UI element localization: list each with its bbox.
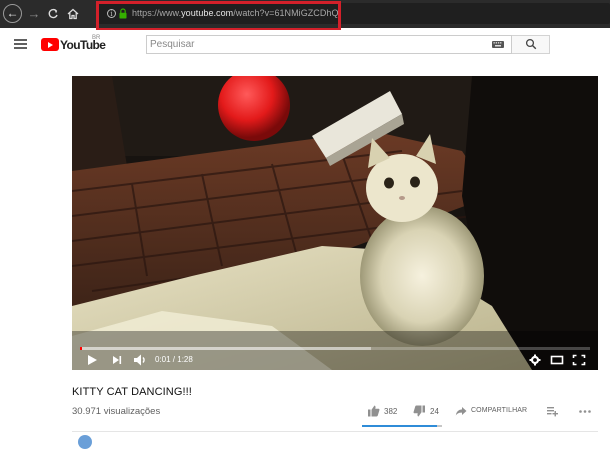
reload-icon[interactable] [43, 4, 63, 24]
keyboard-icon[interactable] [492, 41, 504, 48]
settings-icon[interactable] [528, 352, 542, 368]
play-icon[interactable] [86, 352, 98, 368]
channel-avatar[interactable] [78, 435, 92, 449]
video-title: KITTY CAT DANCING!!! [72, 386, 192, 398]
progress-buffered [80, 347, 371, 350]
menu-icon[interactable] [14, 39, 27, 50]
forward-icon[interactable]: → [24, 4, 44, 24]
like-icon[interactable] [367, 404, 380, 418]
url-highlight-box [96, 1, 341, 31]
share-label[interactable]: COMPARTILHAR [471, 407, 527, 414]
section-divider [72, 431, 598, 432]
video-player[interactable] [72, 76, 598, 370]
youtube-logo-icon[interactable] [41, 38, 59, 51]
search-input[interactable]: Pesquisar [150, 39, 194, 50]
share-icon[interactable] [455, 404, 467, 418]
search-icon[interactable] [525, 38, 537, 50]
more-actions-icon[interactable] [578, 404, 592, 418]
progress-bar[interactable] [80, 347, 590, 350]
home-icon[interactable] [63, 4, 83, 24]
like-ratio-fill [362, 425, 438, 427]
view-count: 30.971 visualizações [72, 406, 161, 417]
time-display: 0:01 / 1:28 [155, 355, 193, 364]
volume-icon[interactable] [132, 352, 148, 368]
region-code: BR [92, 35, 101, 41]
back-icon[interactable]: ← [3, 4, 22, 23]
progress-played [80, 347, 82, 350]
dislike-count: 24 [430, 407, 439, 416]
like-count: 382 [384, 407, 398, 416]
next-icon[interactable] [111, 352, 123, 368]
fullscreen-icon[interactable] [572, 352, 586, 368]
add-to-playlist-icon[interactable] [546, 404, 559, 418]
search-field[interactable] [146, 35, 512, 54]
like-dislike-ratio-bar [362, 425, 442, 427]
dislike-icon[interactable] [413, 404, 426, 418]
video-frame-kitten [72, 76, 598, 370]
theater-mode-icon[interactable] [550, 352, 564, 368]
